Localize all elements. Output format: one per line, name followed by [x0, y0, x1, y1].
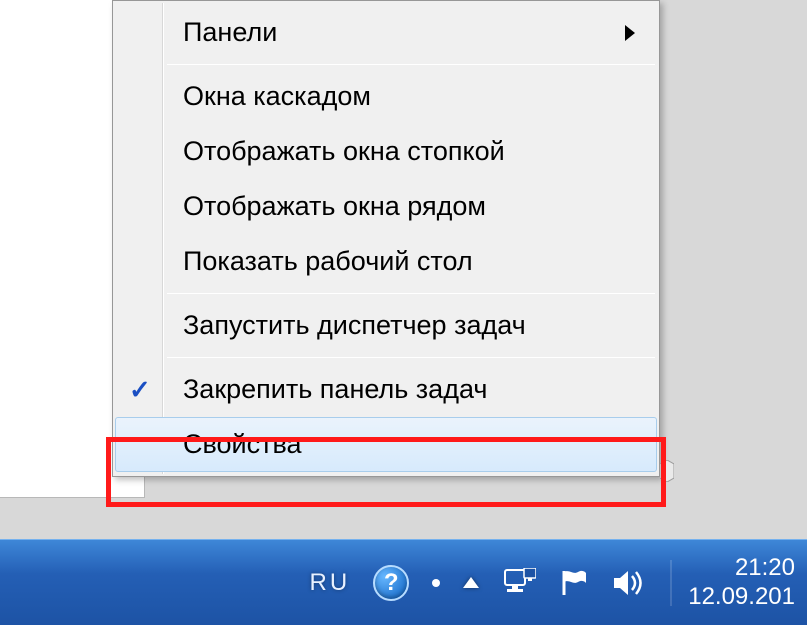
menu-item-stack[interactable]: Отображать окна стопкой: [115, 124, 657, 179]
help-icon[interactable]: ?: [373, 565, 409, 601]
menu-item-panels[interactable]: Панели: [115, 5, 657, 60]
menu-item-lock-taskbar[interactable]: ✓ Закрепить панель задач: [115, 362, 657, 417]
menu-item-label: Показать рабочий стол: [183, 246, 473, 276]
menu-item-label: Запустить диспетчер задач: [183, 310, 526, 340]
submenu-arrow-icon: [625, 25, 635, 41]
taskbar[interactable]: RU ?: [0, 539, 807, 625]
clock[interactable]: 21:20 12.09.201: [678, 554, 795, 612]
help-glyph: ?: [384, 569, 399, 597]
language-indicator[interactable]: RU: [310, 569, 351, 597]
tray-divider-marker: [660, 460, 674, 482]
menu-item-label: Свойства: [183, 429, 302, 459]
network-icon[interactable]: [502, 568, 536, 598]
menu-item-label: Отображать окна стопкой: [183, 136, 505, 166]
menu-item-sidebyside[interactable]: Отображать окна рядом: [115, 179, 657, 234]
show-hidden-icons-button[interactable]: [463, 577, 479, 588]
menu-separator: [167, 64, 655, 65]
menu-item-label: Отображать окна рядом: [183, 191, 486, 221]
menu-separator: [167, 357, 655, 358]
menu-item-show-desktop[interactable]: Показать рабочий стол: [115, 234, 657, 289]
checkmark-icon: ✓: [129, 374, 151, 405]
system-tray: RU ?: [310, 565, 665, 601]
menu-separator: [167, 293, 655, 294]
menu-item-label: Окна каскадом: [183, 81, 371, 111]
volume-icon[interactable]: [612, 568, 646, 598]
tray-divider: [670, 560, 672, 606]
menu-item-properties[interactable]: Свойства: [115, 417, 657, 472]
taskbar-context-menu: Панели Окна каскадом Отображать окна сто…: [112, 0, 660, 477]
action-center-flag-icon[interactable]: [559, 568, 589, 598]
menu-item-label: Панели: [183, 17, 277, 47]
menu-item-cascade[interactable]: Окна каскадом: [115, 69, 657, 124]
menu-item-label: Закрепить панель задач: [183, 374, 487, 404]
tray-generic-icon[interactable]: [432, 579, 440, 587]
menu-item-task-manager[interactable]: Запустить диспетчер задач: [115, 298, 657, 353]
clock-date: 12.09.201: [688, 583, 795, 612]
clock-time: 21:20: [688, 554, 795, 583]
